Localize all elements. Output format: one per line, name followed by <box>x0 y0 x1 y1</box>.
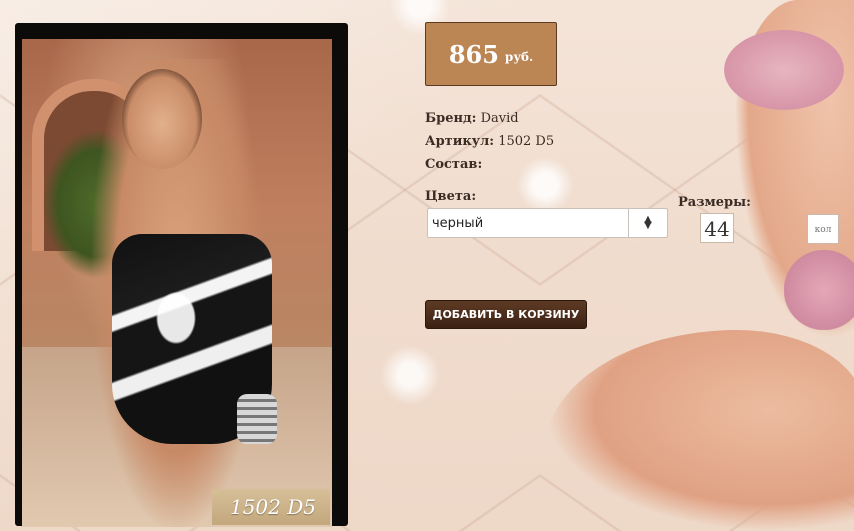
price-box: 865 руб. <box>425 22 557 86</box>
brand-value: David <box>480 111 519 126</box>
sizes-label: Размеры: <box>678 195 751 210</box>
composition-row: Состав: <box>425 153 554 176</box>
product-image[interactable]: 1502 D5 <box>22 39 332 527</box>
product-info: Бренд: David Артикул: 1502 D5 Состав: <box>425 107 554 176</box>
brand-row: Бренд: David <box>425 107 554 130</box>
decor-bikini-top <box>724 30 844 110</box>
photo-bracelet <box>237 394 277 444</box>
price-amount: 865 <box>448 39 499 69</box>
colors-label: Цвета: <box>425 189 477 204</box>
article-label: Артикул: <box>425 134 495 149</box>
color-select[interactable]: черный ▲ ▼ <box>427 208 668 238</box>
color-select-value: черный <box>432 216 484 231</box>
quantity-input[interactable]: кол <box>807 214 839 244</box>
composition-label: Состав: <box>425 157 483 172</box>
photo-caption: 1502 D5 <box>211 489 330 525</box>
updown-chevron-icon: ▲ ▼ <box>628 209 667 237</box>
brand-label: Бренд: <box>425 111 477 126</box>
article-value: 1502 D5 <box>498 134 555 149</box>
add-to-cart-button[interactable]: ДОБАВИТЬ В КОРЗИНУ <box>425 300 587 329</box>
article-row: Артикул: 1502 D5 <box>425 130 554 153</box>
size-option-44[interactable]: 44 <box>700 213 734 243</box>
price-currency: руб. <box>504 50 534 64</box>
decor-bikini-bottom <box>784 250 854 330</box>
photo-model-head <box>122 69 202 169</box>
decor-figure <box>714 0 854 531</box>
